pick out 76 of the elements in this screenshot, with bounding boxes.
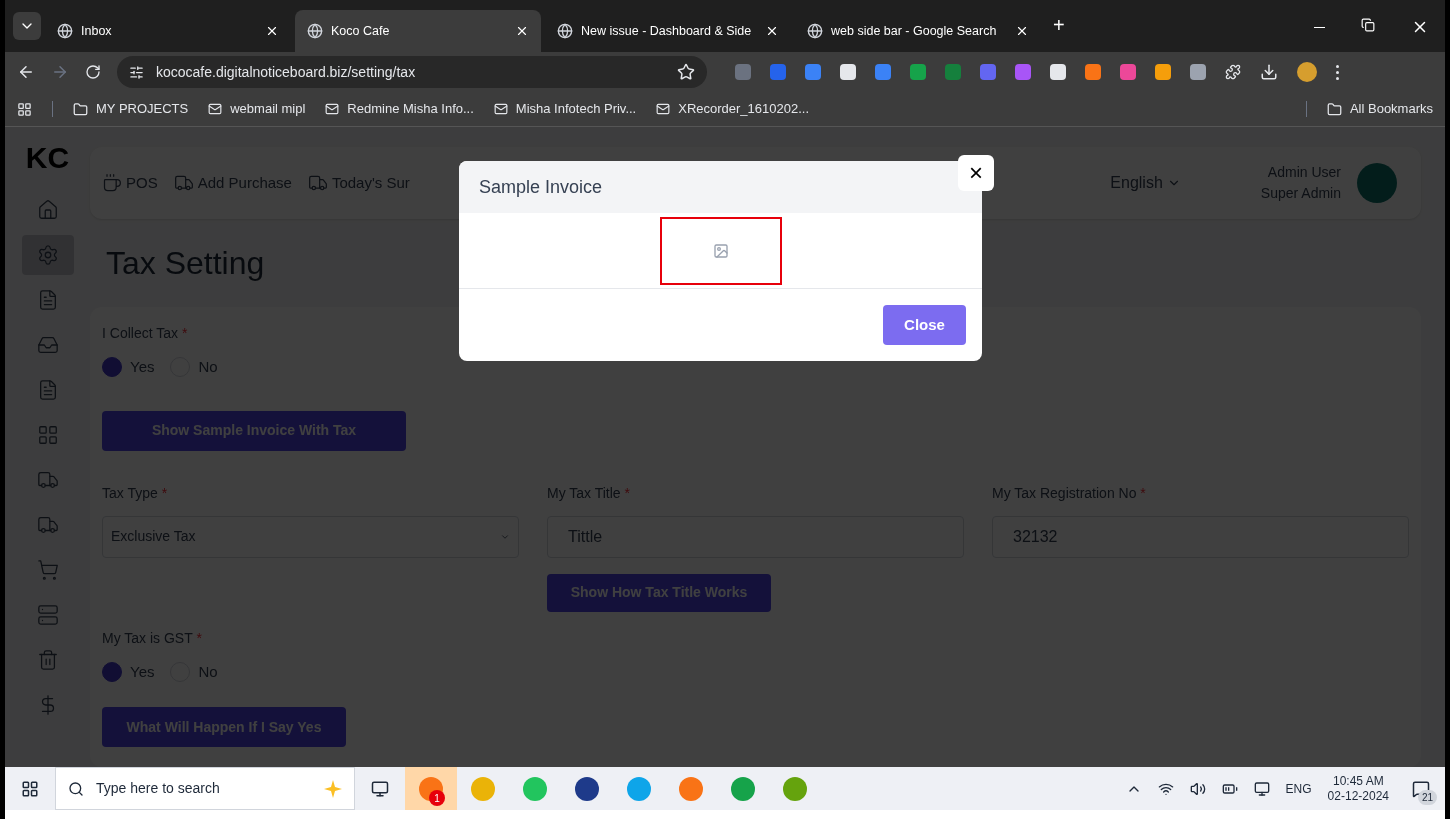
browser-tab[interactable]: Koco Cafe [295, 10, 541, 52]
taskbar-app-icon[interactable]: 1 [405, 767, 457, 810]
reload-icon [85, 64, 101, 80]
search-icon [68, 780, 84, 797]
extension-icon[interactable] [1120, 64, 1136, 80]
bookmark-icon [325, 102, 340, 116]
menu-icon [1336, 64, 1339, 80]
broken-image-icon [712, 242, 729, 259]
taskbar-search-field[interactable]: Type here to search [55, 767, 355, 810]
task-view-icon [371, 779, 389, 798]
extension-icon[interactable] [1050, 64, 1066, 80]
tab-title: Koco Cafe [331, 22, 391, 40]
extension-icon[interactable] [735, 64, 751, 80]
site-icon [307, 23, 323, 39]
tab-title: New issue - Dashboard & Side [581, 22, 753, 40]
site-icon [57, 23, 73, 39]
address-bar[interactable]: kococafe.digitalnoticeboard.biz/setting/tax [117, 56, 707, 88]
browser-tab[interactable]: Inbox [45, 10, 291, 52]
extension-icon[interactable] [1155, 64, 1171, 80]
extension-icon[interactable] [910, 64, 926, 80]
notification-badge: 1 [429, 790, 445, 806]
bookmark-icon [493, 102, 508, 116]
profile-icon[interactable] [1297, 62, 1317, 82]
clock-time: 10:45 AM [1332, 773, 1384, 789]
extension-icon[interactable] [1015, 64, 1031, 80]
site-icon [557, 23, 573, 39]
modal-title: Sample Invoice [479, 175, 603, 199]
url-text: kococafe.digitalnoticeboard.biz/setting/tax [156, 62, 417, 82]
bookmark-link[interactable]: XRecorder_1610202... [656, 99, 810, 119]
notification-count: 21 [1417, 789, 1437, 805]
close-button[interactable]: Close [883, 305, 966, 345]
tab-title: Inbox [81, 22, 113, 40]
star-icon [677, 63, 695, 81]
clock-date: 02-12-2024 [1327, 788, 1389, 804]
browser-tab[interactable]: web side bar - Google Search [795, 10, 1041, 52]
sparkle-icon [324, 779, 342, 798]
bookmark-link[interactable]: Redmine Misha Info... [325, 99, 474, 119]
search-placeholder: Type here to search [96, 779, 221, 798]
new-tab-button[interactable]: + [1053, 10, 1065, 40]
app-logo: KC [25, 140, 70, 176]
speaker-icon [1189, 780, 1206, 797]
close-button[interactable]: × [958, 155, 994, 191]
close-icon [1015, 24, 1029, 38]
forward-icon [51, 63, 69, 81]
notifications-button[interactable]: 21 [1405, 772, 1437, 805]
extension-icon[interactable] [840, 64, 856, 80]
extension-icon[interactable] [1085, 64, 1101, 80]
download-icon [1260, 63, 1278, 81]
minimize-icon [1314, 26, 1325, 28]
browser-tab[interactable]: New issue - Dashboard & Side [545, 10, 791, 52]
bookmark-link[interactable]: webmail mipl [208, 99, 306, 119]
site-settings-icon [129, 64, 144, 80]
input-language[interactable]: ENG [1285, 779, 1312, 798]
extension-icon[interactable] [875, 64, 891, 80]
restore-icon [1361, 18, 1375, 32]
extension-icon[interactable] [770, 64, 786, 80]
extension-icon[interactable] [980, 64, 996, 80]
back-icon [17, 63, 35, 81]
apps-icon [17, 101, 32, 117]
bookmark-link[interactable]: Misha Infotech Priv... [493, 99, 637, 119]
close-icon [765, 24, 779, 38]
bookmark-link[interactable]: All Bookmarks [1326, 99, 1433, 119]
puzzle-icon [1225, 64, 1241, 80]
folder-icon [1326, 101, 1342, 117]
close-icon [265, 24, 279, 38]
folder-icon [73, 101, 88, 117]
tab-search-button[interactable] [13, 12, 41, 40]
close-icon [515, 24, 529, 38]
bookmark-icon [656, 102, 671, 116]
bookmark-icon [208, 102, 223, 116]
extension-icon[interactable] [945, 64, 961, 80]
site-icon [807, 23, 823, 39]
tab-title: web side bar - Google Search [831, 22, 998, 40]
extension-icon[interactable] [1190, 64, 1206, 80]
bookmark-link[interactable]: MY PROJECTS [73, 99, 189, 119]
extension-icon[interactable] [805, 64, 821, 80]
